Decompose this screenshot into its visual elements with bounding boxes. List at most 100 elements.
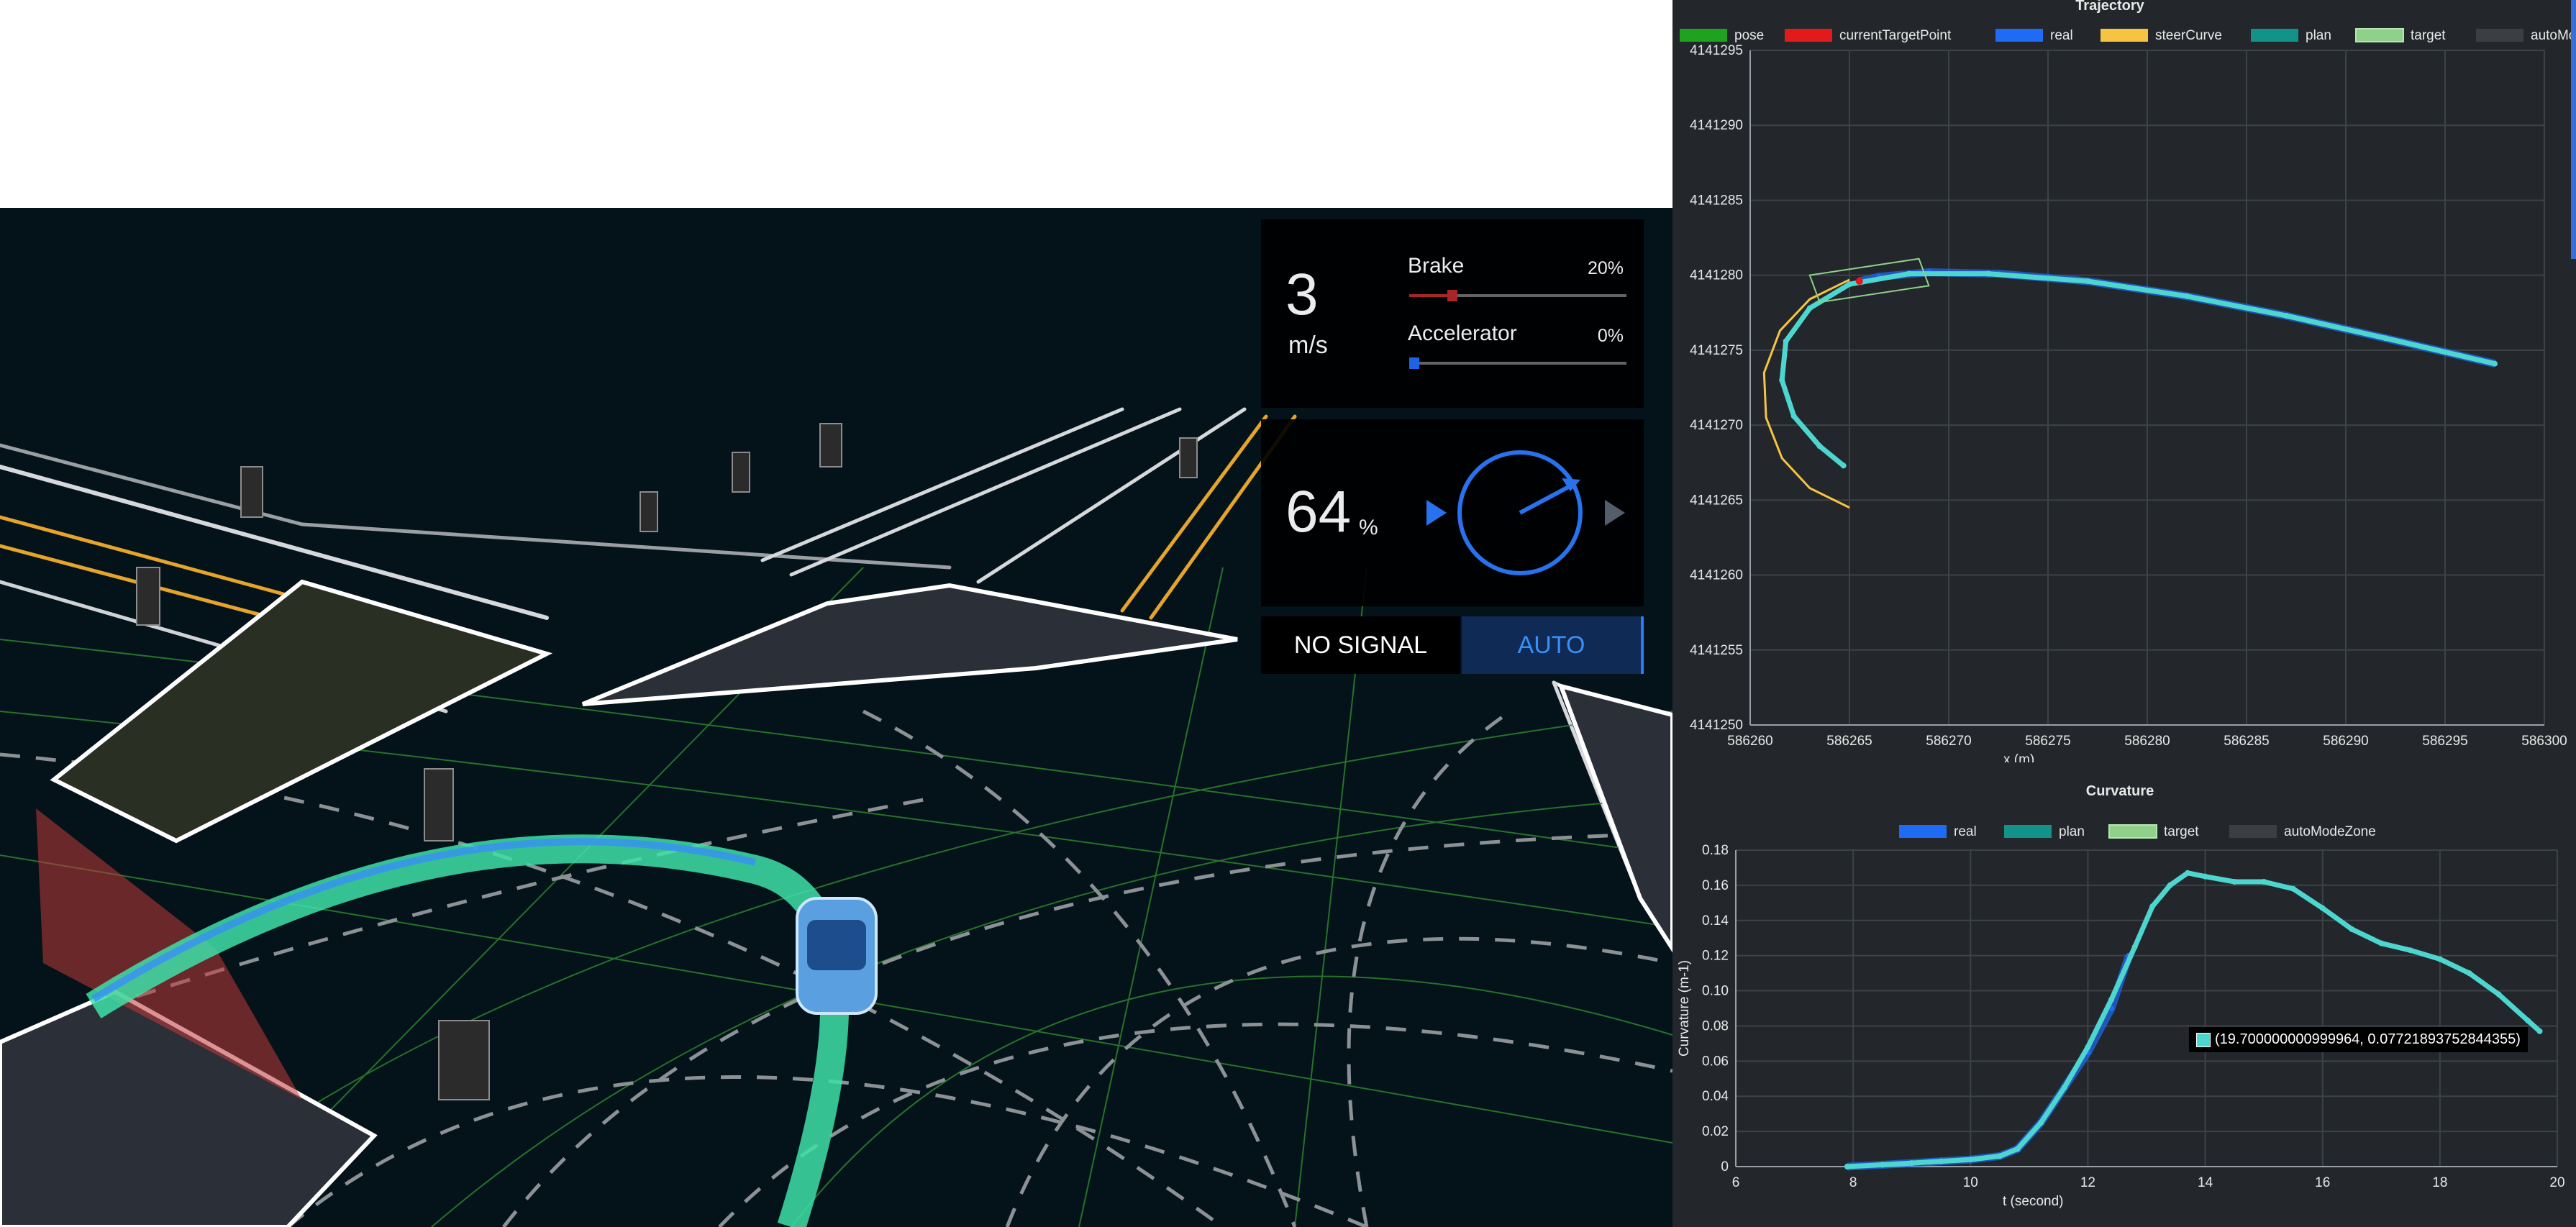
legend-swatch-real [1995, 29, 2043, 42]
x-axis-label: t (second) [2003, 1194, 2063, 1209]
point-plan [2202, 873, 2208, 880]
y-tick-label: 0.08 [1702, 1018, 1729, 1034]
point-plan [1997, 1153, 2003, 1159]
trajectory-chart[interactable]: Trajectory pose currentTargetPoint real stee… [1672, 0, 2576, 762]
y-tick-label: 0.12 [1702, 949, 1729, 964]
x-tick-label: 10 [1963, 1175, 1978, 1190]
curvature-chart[interactable]: Curvature real plan target autoModeZone 6 8 10 1… [1672, 762, 2576, 1227]
point-plan [1938, 1158, 1944, 1164]
chart-title: Trajectory [2075, 0, 2144, 14]
y-tick-label: 0.16 [1702, 878, 1729, 893]
y-tick-label: 0.04 [1702, 1089, 1729, 1104]
point-plan [1879, 1162, 1885, 1168]
point-plan [2382, 335, 2389, 342]
steering-wheel-icon [1457, 450, 1583, 575]
y-tick-label: 4141260 [1690, 568, 1743, 583]
ego-vehicle [796, 897, 878, 1015]
point-plan [2261, 879, 2267, 885]
brake-bar [1409, 290, 1626, 301]
y-tick-label: 4141275 [1690, 343, 1743, 358]
accelerator-bar [1409, 357, 1626, 369]
legend-label-steerCurve: steerCurve [2155, 28, 2222, 43]
point-plan [2014, 1146, 2021, 1152]
legend-item-autoModeZone: autoModeZone [2229, 824, 2376, 839]
point-plan [2184, 293, 2190, 299]
legend-swatch-autoModeZone [2229, 825, 2277, 838]
legend-swatch-target [2108, 824, 2157, 839]
legend-label-autoModeZone: autoModeZone [2531, 28, 2576, 43]
point-plan [2536, 1028, 2543, 1034]
legend-label-plan: plan [2306, 28, 2331, 43]
legend-item-target: target [2355, 28, 2446, 43]
auto-mode-button[interactable]: AUTO [1462, 616, 1644, 674]
series-plan [1779, 271, 2495, 468]
scrollbar[interactable] [2571, 0, 2576, 259]
point-plan [2085, 278, 2091, 285]
y-tick-label: 0.02 [1702, 1124, 1729, 1139]
x-tick-label: 586280 [2124, 734, 2170, 749]
legend-swatch-pose [1680, 29, 1727, 42]
legend-item-real: real [1995, 28, 2073, 43]
brake-label: Brake [1408, 254, 1465, 278]
y-tick-label: 4141250 [1690, 718, 1743, 733]
x-tick-label: 20 [2549, 1175, 2564, 1190]
y-tick-label: 0.18 [1702, 843, 1729, 858]
legend-item-steerCurve: steerCurve [2101, 28, 2222, 43]
y-tick-label: 0.14 [1702, 913, 1729, 929]
x-tick-label: 586265 [1826, 734, 1872, 749]
point-plan [1783, 338, 1789, 345]
point-plan [1985, 270, 1992, 277]
point-plan [2108, 996, 2115, 1003]
point-plan [1967, 1157, 1974, 1163]
point-plan [2436, 956, 2443, 962]
legend-item-plan: plan [2004, 824, 2085, 839]
point-plan [1906, 270, 1912, 277]
point-plan [2408, 947, 2414, 954]
point-plan [1816, 443, 1823, 450]
y-tick-label: 0.06 [1702, 1054, 1729, 1069]
series-plan [1847, 870, 2541, 1169]
y-tick-label: 4141270 [1690, 418, 1743, 433]
x-tick-label: 586275 [2025, 734, 2070, 749]
point-plan [1840, 462, 1847, 469]
x-tick-label: 18 [2432, 1175, 2447, 1190]
point-plan [2319, 905, 2326, 911]
brake-percent: 20% [1587, 258, 1624, 278]
x-tick-label: 586290 [2323, 734, 2368, 749]
legend-swatch-currentTargetPoint [1785, 29, 1832, 42]
speed-unit: m/s [1288, 332, 1328, 359]
point-plan [2038, 1119, 2044, 1126]
legend-item-currentTargetPoint: currentTargetPoint [1785, 28, 1952, 43]
legend-swatch-steerCurve [2101, 29, 2148, 42]
legend-label-pose: pose [1734, 28, 1764, 43]
series-currentTargetPoint [1855, 278, 1863, 286]
accelerator-label: Accelerator [1408, 321, 1517, 345]
legend-swatch-target [2355, 28, 2404, 42]
steering-graphic [1426, 450, 1625, 575]
point-plan [2495, 991, 2502, 998]
curvature-tooltip: (19.700000000999964, 0.07721893752844355… [2189, 1027, 2528, 1052]
point-plan [2349, 926, 2355, 932]
point-plan [2290, 885, 2296, 892]
legend-label-plan: plan [2059, 824, 2085, 839]
tooltip-swatch [2196, 1032, 2211, 1047]
point-plan [2525, 1018, 2531, 1024]
x-tick-label: 586270 [1926, 734, 1971, 749]
point-plan [2085, 1044, 2091, 1050]
legend-item-plan: plan [2251, 28, 2331, 43]
legend-label-currentTargetPoint: currentTargetPoint [1839, 28, 1952, 43]
x-tick-label: 14 [2198, 1175, 2213, 1190]
y-tick-label: 4141290 [1690, 118, 1743, 133]
legend-swatch-autoModeZone [2476, 29, 2523, 42]
legend-item-pose: pose [1680, 28, 1764, 43]
x-tick-label: 8 [1849, 1175, 1857, 1190]
no-signal-button[interactable]: NO SIGNAL [1261, 616, 1460, 674]
speed-panel: 3 m/s Brake 20% Accelerator 0% [1261, 219, 1644, 408]
legend-label-target: target [2411, 28, 2446, 43]
point-plan [1806, 305, 1813, 311]
y-tick-label: 4141295 [1690, 43, 1743, 58]
steering-panel: 64 % [1261, 419, 1644, 606]
point-plan [1847, 281, 1852, 288]
accelerator-bar-knob [1409, 357, 1419, 369]
legend-item-autoModeZone: autoModeZone [2476, 28, 2576, 43]
